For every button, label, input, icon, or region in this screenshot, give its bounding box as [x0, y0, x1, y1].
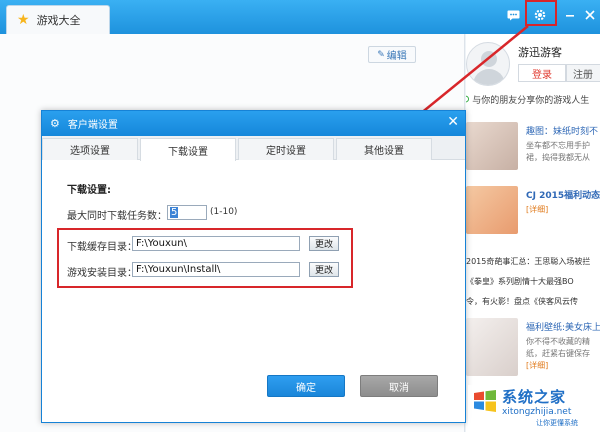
tab-other[interactable]: 其他设置	[336, 138, 432, 160]
max-tasks-value: 5	[170, 207, 179, 218]
gear-icon: ⚙	[50, 117, 60, 130]
install-dir-label: 游戏安装目录：	[67, 268, 137, 279]
change-cache-dir-button[interactable]: 更改	[309, 236, 339, 251]
cache-dir-value: F:\Youxun\	[136, 238, 187, 249]
watermark-url: xitongzhijia.net	[502, 407, 572, 417]
tab-options[interactable]: 选项设置	[42, 138, 138, 160]
section-title: 下载设置:	[67, 185, 111, 196]
max-tasks-input[interactable]: 5	[167, 205, 207, 220]
dialog-close-icon[interactable]: ✕	[447, 115, 459, 129]
dialog-title-bar: ⚙ 客户端设置	[42, 111, 465, 136]
tab-download[interactable]: 下载设置	[140, 138, 236, 161]
cache-dir-input[interactable]: F:\Youxun\	[132, 236, 300, 251]
dialog-title: 客户端设置	[67, 120, 118, 131]
max-tasks-label: 最大同时下载任务数：	[67, 211, 167, 222]
watermark-brand: 系统之家	[502, 388, 567, 406]
windows-logo-icon	[474, 390, 496, 412]
cancel-button[interactable]: 取消	[360, 375, 438, 397]
watermark-slogan: 让你更懂系统	[536, 419, 578, 427]
cache-dir-label: 下载缓存目录：	[67, 242, 137, 253]
install-dir-input[interactable]: F:\Youxun\Install\	[132, 262, 300, 277]
dialog-tabs: 选项设置 下载设置 定时设置 其他设置	[42, 136, 465, 161]
install-dir-value: F:\Youxun\Install\	[136, 264, 221, 275]
watermark: 系统之家 xitongzhijia.net 让你更懂系统	[468, 385, 600, 432]
settings-dialog: ⚙ 客户端设置 ✕ 选项设置 下载设置 定时设置 其他设置 下载设置: 最大同时…	[41, 110, 466, 423]
tab-schedule[interactable]: 定时设置	[238, 138, 334, 160]
max-tasks-hint: (1-10)	[210, 207, 238, 217]
ok-button[interactable]: 确定	[267, 375, 345, 397]
change-install-dir-button[interactable]: 更改	[309, 262, 339, 277]
